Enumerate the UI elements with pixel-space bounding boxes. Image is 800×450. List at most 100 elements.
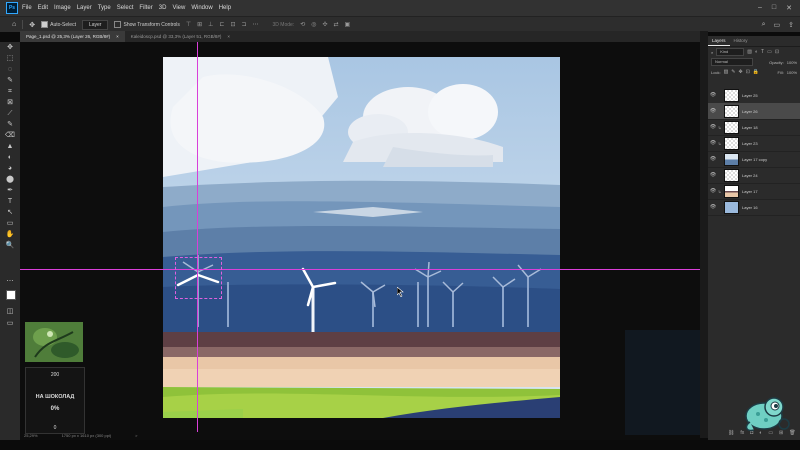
menu-filter[interactable]: Filter — [139, 5, 152, 11]
eraser-tool-icon[interactable]: ◕ — [5, 165, 15, 173]
adjustment-filter-icon[interactable]: ◐ — [755, 49, 758, 55]
auto-select-checkbox[interactable]: Auto-Select — [41, 21, 76, 28]
maximize-button[interactable]: □ — [772, 4, 776, 12]
3d-slide-icon[interactable]: ⇄ — [334, 21, 339, 28]
align-right-icon[interactable]: ⊐ — [241, 21, 246, 28]
layer-row[interactable]: 👁 ↳ Layer 18 — [708, 119, 800, 136]
magic-wand-tool-icon[interactable]: ✎ — [5, 77, 15, 85]
eye-icon[interactable]: 👁 — [708, 92, 718, 98]
eye-icon[interactable]: 👁 — [708, 188, 718, 194]
eye-icon[interactable]: 👁 — [708, 124, 718, 130]
align-center-icon[interactable]: ⊡ — [230, 21, 235, 28]
opacity-value[interactable]: 100% — [787, 60, 797, 65]
share-icon[interactable]: ⇪ — [788, 21, 794, 29]
lasso-tool-icon[interactable]: ◌ — [5, 66, 15, 74]
layer-row[interactable]: 👁 Layer 24 — [708, 167, 800, 184]
search-icon[interactable]: ⌕ — [762, 21, 766, 29]
tab-close-icon[interactable]: × — [116, 31, 119, 42]
workspace-icon[interactable]: ▭ — [774, 21, 781, 29]
move-tool-icon[interactable]: ✥ — [5, 44, 15, 52]
layer-row-selected[interactable]: 👁 Layer 26 — [708, 103, 800, 120]
3d-pan-icon[interactable]: ✣ — [322, 21, 327, 28]
type-filter-icon[interactable]: T — [761, 49, 764, 55]
lock-pixels-icon[interactable]: ✎ — [731, 69, 735, 75]
lock-artboard-icon[interactable]: ⊡ — [746, 69, 750, 75]
blend-mode-dropdown[interactable]: Normal — [711, 58, 753, 66]
more-tools-icon[interactable]: ⋯ — [5, 278, 15, 286]
3d-rotate-icon[interactable]: ⟲ — [300, 21, 305, 28]
menu-file[interactable]: File — [22, 5, 32, 11]
close-window-button[interactable]: ✕ — [786, 4, 792, 12]
tab-history[interactable]: History — [730, 36, 752, 46]
menu-select[interactable]: Select — [117, 5, 134, 11]
zoom-level[interactable]: 25,29% — [24, 432, 38, 440]
align-left-icon[interactable]: ⊏ — [219, 21, 224, 28]
healing-brush-tool-icon[interactable]: ✎ — [5, 121, 15, 129]
layer-row[interactable]: 👁 Layer 16 — [708, 199, 800, 216]
home-icon[interactable]: ⌂ — [12, 21, 16, 28]
smart-object-filter-icon[interactable]: ⊡ — [775, 49, 779, 55]
pen-tool-icon[interactable]: ↖ — [5, 209, 15, 217]
align-middle-icon[interactable]: ⊞ — [197, 21, 202, 28]
pixel-filter-icon[interactable]: ▨ — [747, 49, 752, 55]
path-selection-tool-icon[interactable]: ✋ — [5, 231, 15, 239]
document-canvas[interactable] — [163, 57, 560, 418]
3d-roll-icon[interactable]: ◎ — [311, 21, 316, 28]
lock-all-icon[interactable]: 🔒 — [753, 69, 759, 75]
gradient-tool-icon[interactable]: ⬤ — [5, 176, 15, 184]
horizontal-guide[interactable] — [20, 269, 700, 270]
fill-value[interactable]: 100% — [787, 70, 797, 75]
show-transform-controls-checkbox[interactable]: Show Transform Controls — [114, 21, 180, 28]
dodge-tool-icon[interactable]: T — [5, 198, 15, 206]
zoom-tool-icon[interactable] — [5, 264, 15, 272]
align-top-icon[interactable]: ⊤ — [186, 21, 191, 28]
lock-transparency-icon[interactable]: ▨ — [724, 69, 729, 75]
menu-help[interactable]: Help — [219, 5, 231, 11]
blur-tool-icon[interactable]: ✒ — [5, 187, 15, 195]
align-bottom-icon[interactable]: ⊥ — [208, 21, 213, 28]
layer-row[interactable]: 👁 ↳ Layer 17 — [708, 183, 800, 200]
foreground-color-swatch[interactable] — [6, 290, 16, 300]
crop-tool-icon[interactable]: ⌗ — [5, 88, 15, 96]
marquee-tool-icon[interactable]: ⬚ — [5, 55, 15, 63]
auto-select-target-dropdown[interactable]: Layer — [81, 19, 109, 30]
canvas-area[interactable]: 200 НА ШОКОЛАД 0% 0 — [20, 42, 700, 440]
eye-icon[interactable]: 👁 — [708, 140, 718, 146]
eye-icon[interactable]: 👁 — [708, 172, 718, 178]
minimize-button[interactable]: – — [758, 4, 762, 12]
vertical-guide[interactable] — [197, 42, 198, 432]
transform-selection-box[interactable] — [175, 257, 222, 299]
menu-edit[interactable]: Edit — [38, 5, 48, 11]
layer-row[interactable]: 👁 Layer 25 — [708, 87, 800, 104]
shape-filter-icon[interactable]: ▭ — [767, 49, 772, 55]
menu-3d[interactable]: 3D — [159, 5, 167, 11]
tab-close-icon[interactable]: × — [227, 31, 230, 42]
tab-page-1[interactable]: Page_1.psd @ 25,3% (Layer 26, RGB/8#) × — [20, 31, 125, 42]
rectangle-tool-icon[interactable]: 🔍 — [5, 242, 15, 250]
move-tool-icon[interactable]: ✥ — [29, 21, 35, 29]
layer-row[interactable]: 👁 ↳ Layer 23 — [708, 135, 800, 152]
brush-tool-icon[interactable]: ⌫ — [5, 132, 15, 140]
more-options-icon[interactable]: ⋯ — [253, 21, 259, 28]
tab-layers[interactable]: Layers — [708, 36, 730, 46]
eyedropper-tool-icon[interactable]: ⟋ — [5, 110, 15, 118]
eye-icon[interactable]: 👁 — [708, 204, 718, 210]
menu-layer[interactable]: Layer — [77, 5, 92, 11]
3d-scale-icon[interactable]: ▣ — [345, 21, 351, 28]
status-arrow[interactable]: > — [135, 432, 137, 440]
lock-position-icon[interactable]: ✥ — [739, 69, 743, 75]
menu-image[interactable]: Image — [54, 5, 71, 11]
tab-kaleidoscp[interactable]: Kaleidoscp.psd @ 33,3% (Layer 51, RGB/8#… — [125, 31, 236, 42]
frame-tool-icon[interactable]: ⊠ — [5, 99, 15, 107]
link-icon[interactable]: ⛓ — [728, 430, 734, 438]
menu-type[interactable]: Type — [98, 5, 111, 11]
menu-view[interactable]: View — [172, 5, 185, 11]
layer-kind-filter[interactable]: Kind — [716, 48, 745, 56]
eye-icon[interactable]: 👁 — [708, 156, 718, 162]
clone-stamp-tool-icon[interactable]: ▲ — [5, 143, 15, 151]
hand-tool-icon[interactable] — [5, 253, 15, 261]
quick-mask-icon[interactable]: ◫ — [5, 308, 15, 316]
eye-icon[interactable]: 👁 — [708, 108, 718, 114]
layer-row[interactable]: 👁 Layer 17 copy — [708, 151, 800, 168]
screen-mode-icon[interactable]: ▭ — [5, 320, 15, 328]
